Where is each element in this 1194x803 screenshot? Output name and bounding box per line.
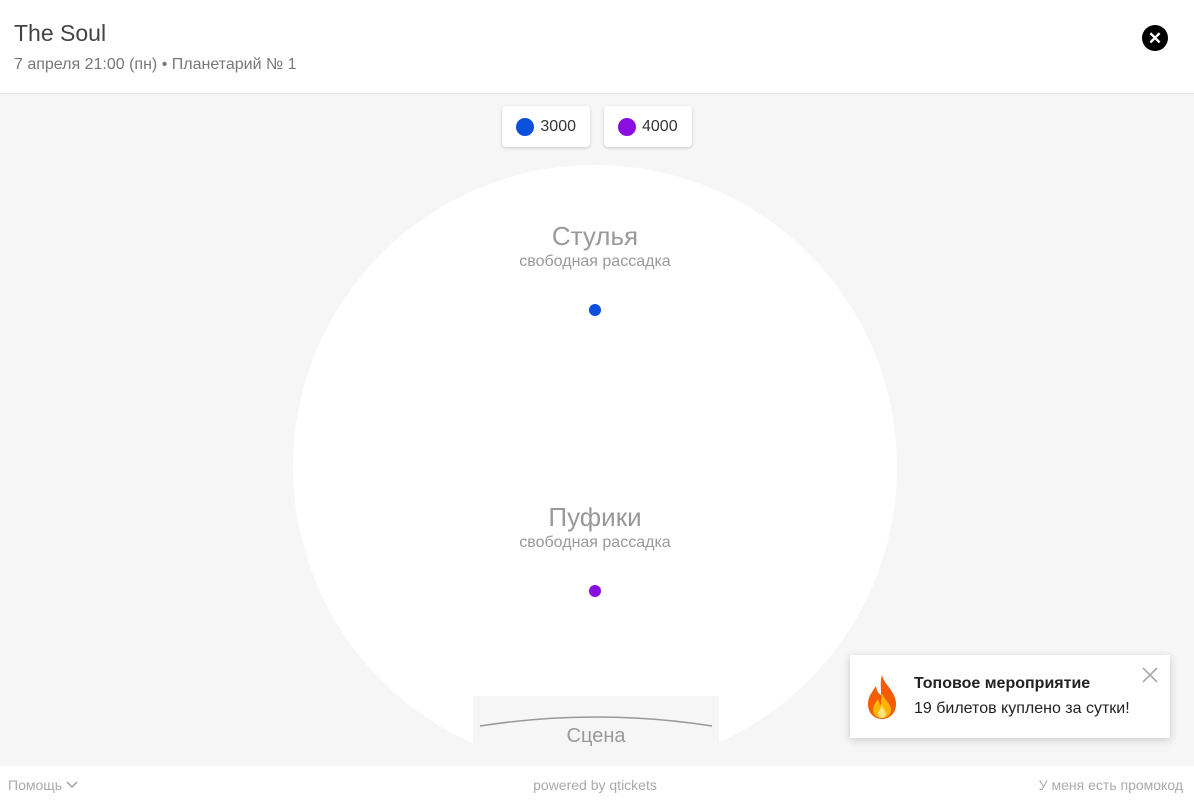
price-filter-3000[interactable]: 3000 (502, 106, 590, 147)
event-subtitle: 7 апреля 21:00 (пн) • Планетарий № 1 (14, 56, 297, 73)
zone-note-chairs: свободная рассадка (519, 253, 671, 270)
price-color-dot (618, 117, 636, 136)
zone-note-poufs: свободная рассадка (519, 534, 671, 551)
hall-dome: Стулья свободная рассадка Пуфики свободн… (293, 165, 897, 766)
close-icon[interactable] (1141, 666, 1159, 684)
price-legend: 3000 4000 (0, 106, 1194, 147)
zone-title-poufs: Пуфики (548, 502, 642, 532)
powered-by: powered by qtickets (533, 777, 657, 793)
top-event-toast: Топовое мероприятие 19 билетов куплено з… (850, 655, 1170, 738)
toast-text: 19 билетов куплено за сутки! (914, 700, 1130, 717)
price-color-dot (516, 117, 535, 136)
footer: Помощь powered by qtickets У меня есть п… (0, 766, 1194, 803)
promo-code-link[interactable]: У меня есть промокод (1039, 777, 1183, 793)
zone-title-chairs: Стулья (551, 221, 639, 251)
toast-title: Топовое мероприятие (914, 675, 1091, 692)
stage-label: Сцена (566, 725, 626, 747)
event-title: The Soul (14, 20, 107, 46)
header: The Soul 7 апреля 21:00 (пн) • Планетари… (0, 0, 1194, 94)
fire-icon (868, 675, 896, 719)
stage: Сцена (473, 696, 719, 766)
close-button[interactable]: ✕ (1142, 25, 1168, 51)
price-label: 4000 (642, 117, 678, 135)
zone-seat-chairs[interactable] (589, 304, 601, 316)
price-label: 3000 (540, 117, 576, 135)
zone-seat-poufs[interactable] (589, 585, 601, 597)
close-icon: ✕ (1147, 28, 1163, 48)
price-filter-4000[interactable]: 4000 (604, 106, 692, 147)
